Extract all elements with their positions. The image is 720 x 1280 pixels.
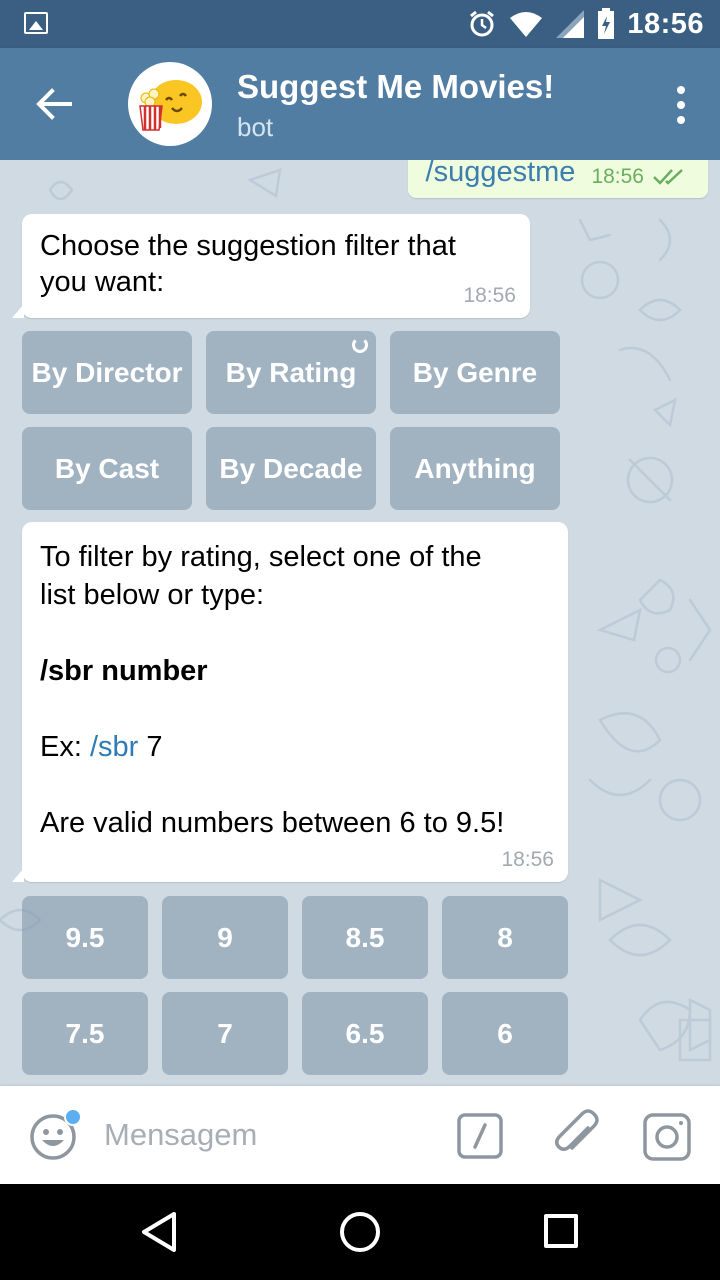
chat-header: Suggest Me Movies! bot [0,48,720,160]
bot-avatar[interactable] [128,62,212,146]
message-text-line: list below or type: [40,579,265,611]
filter-button-by-director[interactable]: By Director [22,331,192,414]
double-check-icon [653,169,683,185]
message-input[interactable] [104,1106,424,1164]
status-bar: 18:56 [0,0,720,48]
chat-title[interactable]: Suggest Me Movies! [237,68,554,106]
alarm-icon [470,10,495,37]
rating-button[interactable]: 9 [162,896,288,979]
message-text-line: Are valid numbers between 6 to 9.5! [40,807,505,839]
command-link[interactable]: /sbr [90,731,138,763]
message-time: 18:56 [463,284,516,307]
outgoing-message-text: /suggestme [425,160,576,188]
chat-area[interactable]: /suggestme 18:56 Choose the suggestion f… [0,160,720,1086]
rating-button[interactable]: 8 [442,896,568,979]
nav-home-icon[interactable] [340,1212,380,1252]
camera-icon[interactable] [642,1112,692,1162]
battery-charging-icon [598,8,615,39]
rating-button[interactable]: 9.5 [22,896,148,979]
filter-button-by-rating[interactable]: By Rating [206,331,376,414]
rating-button[interactable]: 6.5 [302,992,428,1075]
message-text-line: Choose the suggestion filter that [40,230,456,262]
rating-button[interactable]: 8.5 [302,896,428,979]
message-input-bar [0,1086,720,1184]
bubble-tail [12,868,24,882]
example-prefix: Ex: [40,731,90,763]
filter-button-by-genre[interactable]: By Genre [390,331,560,414]
rating-button[interactable]: 7 [162,992,288,1075]
command-syntax: /sbr number [40,655,208,687]
system-navigation-bar [0,1184,720,1280]
bubble-tail [12,304,24,318]
example-line: Ex: /sbr 7 [40,728,550,766]
message-time: 18:56 [591,165,644,188]
rating-button[interactable]: 6 [442,992,568,1075]
example-value: 7 [138,731,163,763]
filter-button-by-cast[interactable]: By Cast [22,427,192,510]
incoming-message[interactable]: Choose the suggestion filter that you wa… [12,214,530,318]
rating-button[interactable]: 7.5 [22,992,148,1075]
paperclip-icon[interactable] [548,1106,604,1164]
slash-command-icon[interactable] [456,1112,504,1160]
notification-dot [64,1108,82,1126]
status-time: 18:56 [627,7,704,40]
outgoing-message[interactable]: /suggestme 18:56 [407,160,708,198]
cell-signal-icon [556,10,585,38]
loading-spinner-icon [352,337,368,353]
more-vertical-icon[interactable] [674,84,688,126]
filter-button-label: By Rating [225,356,357,388]
incoming-message[interactable]: To filter by rating, select one of the l… [12,522,568,882]
popcorn-emoji-icon [139,80,202,131]
nav-recents-icon[interactable] [544,1214,578,1248]
message-text-line: To filter by rating, select one of the [40,541,482,573]
message-time: 18:56 [501,848,554,871]
arrow-left-icon[interactable] [30,80,78,128]
nav-back-icon[interactable] [138,1210,182,1254]
wifi-icon [510,12,543,37]
filter-button-by-decade[interactable]: By Decade [206,427,376,510]
message-text-line: you want: [40,266,165,298]
gallery-notification-icon [24,12,48,34]
chat-subtitle: bot [237,112,274,142]
filter-button-anything[interactable]: Anything [390,427,560,510]
